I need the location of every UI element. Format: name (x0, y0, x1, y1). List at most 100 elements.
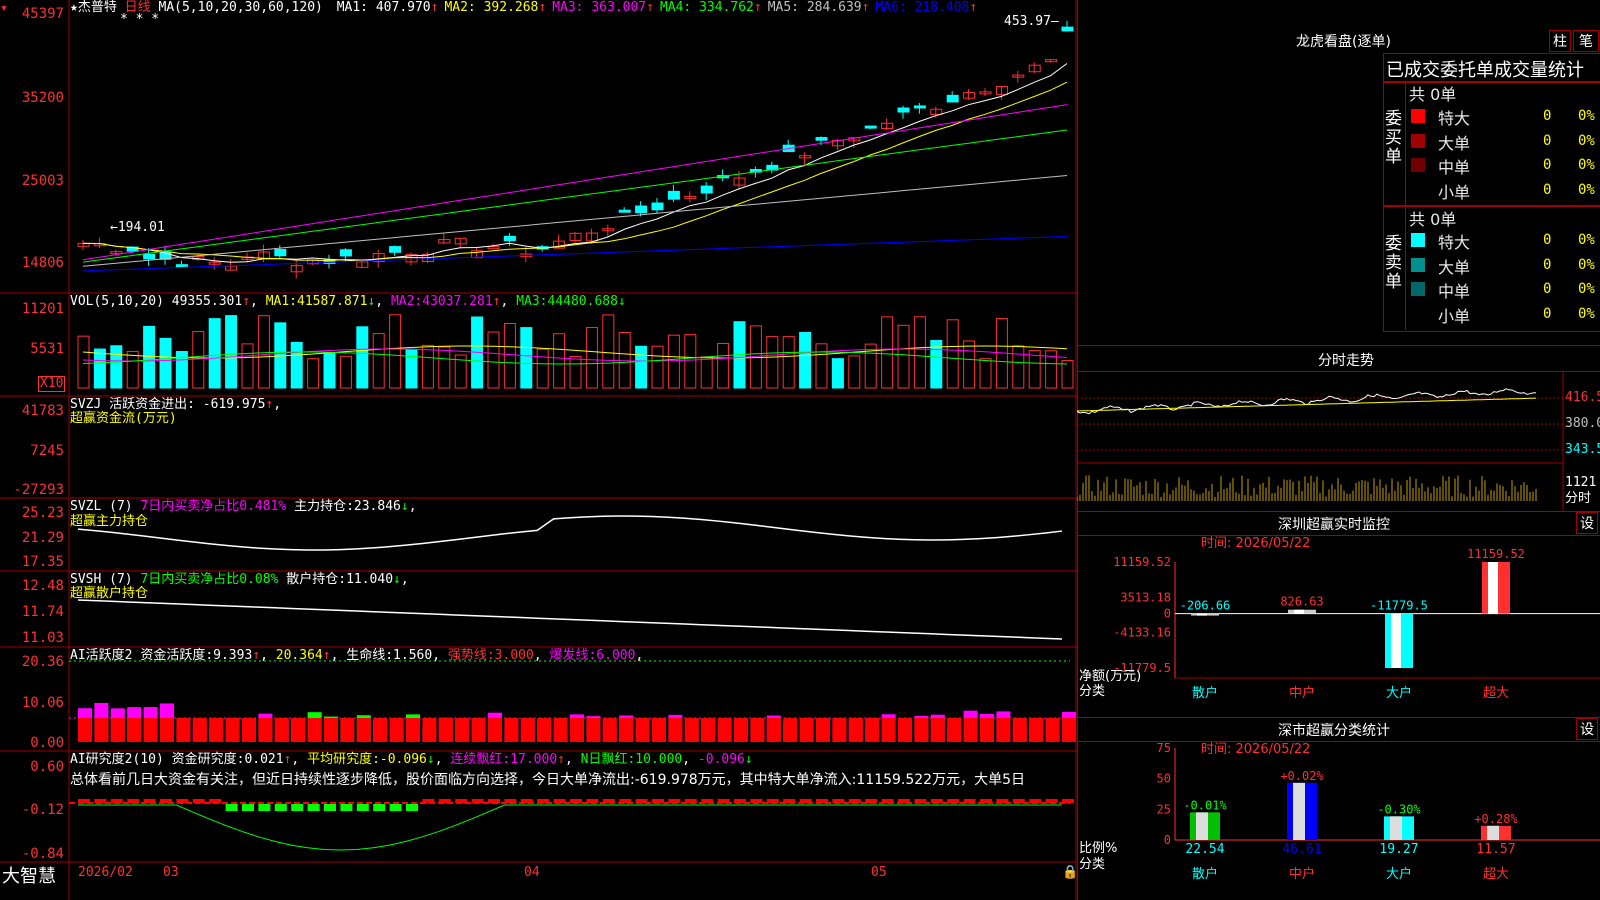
activity-base-bar (816, 718, 830, 742)
research-bar (242, 804, 254, 811)
column-view-button[interactable]: 柱 (1549, 30, 1571, 52)
activity-base-bar (471, 718, 486, 742)
candle (274, 249, 287, 257)
category-label: 超大 (1483, 867, 1509, 882)
volume-bar (77, 335, 90, 389)
fund-flow-bar (670, 445, 677, 461)
research-bar (324, 804, 336, 811)
order-row-count: 0 (1543, 157, 1552, 173)
research-bar (996, 799, 1009, 803)
candle (700, 185, 713, 194)
order-row-pct: 0% (1578, 281, 1595, 297)
order-row-name: 小单 (1438, 306, 1471, 326)
fund-flow-bar (604, 461, 611, 491)
candle (946, 94, 959, 103)
y-tick-label: 3513.18 (1120, 590, 1171, 604)
volume-bar (225, 315, 238, 389)
research-bar (799, 799, 812, 803)
activity-base-bar (192, 718, 207, 742)
volume-bar (602, 314, 615, 389)
buy-orders-label: 委买单 (1385, 109, 1402, 167)
fund-flow-bar (424, 461, 431, 464)
research-bar (652, 799, 664, 803)
low-price-label: ←194.01 (110, 220, 165, 235)
fund-flow-bar (391, 461, 398, 491)
high-price-label: 453.97— (1004, 14, 1059, 29)
volume-bar (192, 331, 205, 389)
ratio-bar-highlight (1293, 782, 1305, 840)
volume-bar (438, 346, 451, 389)
ai-research-tick: -0.84 (21, 846, 64, 862)
order-color-swatch (1411, 158, 1425, 172)
candle (389, 246, 402, 253)
price-tick: 35200 (21, 90, 64, 106)
volume-bar (323, 351, 336, 389)
research-bar (1045, 799, 1058, 803)
fund-flow-bar (96, 461, 103, 471)
research-bar (783, 799, 796, 803)
volume-bar (405, 348, 418, 389)
fund-flow-bar (834, 434, 841, 461)
research-bar (455, 799, 468, 803)
fund-flow-bar (162, 458, 168, 461)
fund-flow-bar (276, 459, 283, 461)
lock-icon[interactable]: 🔒 (1062, 866, 1078, 880)
activity-base-bar (996, 718, 1011, 742)
order-color-swatch (1411, 233, 1425, 247)
ai-active-tick: 10.06 (21, 695, 64, 711)
sz-monitor-settings-button[interactable]: 设 (1576, 512, 1598, 534)
sz-monitor-title: 深圳超赢实时监控 (1278, 517, 1390, 533)
volume-bar (815, 343, 828, 389)
intraday-chart[interactable] (1077, 371, 1600, 511)
research-bar (832, 799, 845, 803)
research-bar (553, 799, 566, 803)
fund-flow-bar (621, 440, 628, 461)
research-bar (734, 799, 746, 803)
ma-value-6: MA6: 218.408↑ (875, 0, 978, 15)
activity-base-bar (209, 718, 224, 742)
candle (897, 107, 910, 113)
volume-bar (799, 331, 812, 389)
fund-flow-bar (932, 461, 939, 477)
activity-base-bar (734, 718, 748, 742)
svsh-tick: 11.74 (21, 604, 64, 620)
volume-bar (1061, 359, 1074, 389)
activity-base-bar (701, 718, 716, 742)
bar-value-label: 11159.52 (1467, 547, 1525, 561)
ratio-bar-highlight (1487, 825, 1499, 840)
intraday-title[interactable]: 分时走势 (1318, 350, 1374, 370)
stats-tabs[interactable]: 已成交委托单成交量统计 (1383, 53, 1600, 83)
volume-bar (569, 355, 582, 389)
brand-logo[interactable]: 大智慧 (2, 862, 56, 888)
order-row-name: 小单 (1438, 182, 1471, 202)
research-bar (406, 804, 418, 811)
category-axis-label: 分类 (1079, 684, 1105, 699)
event-markers[interactable]: * * * (120, 13, 159, 27)
research-bar (258, 804, 271, 811)
svzl-tick: 17.35 (21, 554, 64, 570)
activity-base-bar (832, 718, 847, 742)
ma-value-4: MA4: 334.762↑ (659, 0, 762, 15)
research-bar (1012, 799, 1025, 803)
research-bar (389, 804, 402, 811)
sz-stats-settings-button[interactable]: 设 (1576, 718, 1598, 740)
research-bar (209, 799, 222, 803)
fund-flow-bar (326, 455, 332, 461)
activity-base-bar (619, 718, 634, 742)
ma-values: MA1: 407.970↑ MA2: 392.268↑ MA3: 363.007↑ M… (331, 0, 978, 15)
y-tick-label: 11159.52 (1113, 555, 1171, 569)
tick-view-button[interactable]: 笔 (1573, 30, 1599, 52)
fund-flow-bar (572, 438, 578, 461)
activity-base-bar (553, 718, 568, 742)
volume-bar (553, 333, 566, 389)
activity-base-bar (586, 718, 601, 742)
order-row-count: 0 (1543, 256, 1552, 273)
fund-flow-bar (293, 456, 300, 461)
vol-multiplier[interactable]: X10 (38, 376, 66, 392)
volume-bar (963, 340, 976, 389)
order-row-name: 特大 (1438, 233, 1471, 252)
fund-flow-bar (178, 461, 185, 488)
research-bar (471, 799, 484, 803)
category-label: 超大 (1483, 686, 1509, 701)
stock-name[interactable]: ★杰普特 (70, 0, 117, 15)
